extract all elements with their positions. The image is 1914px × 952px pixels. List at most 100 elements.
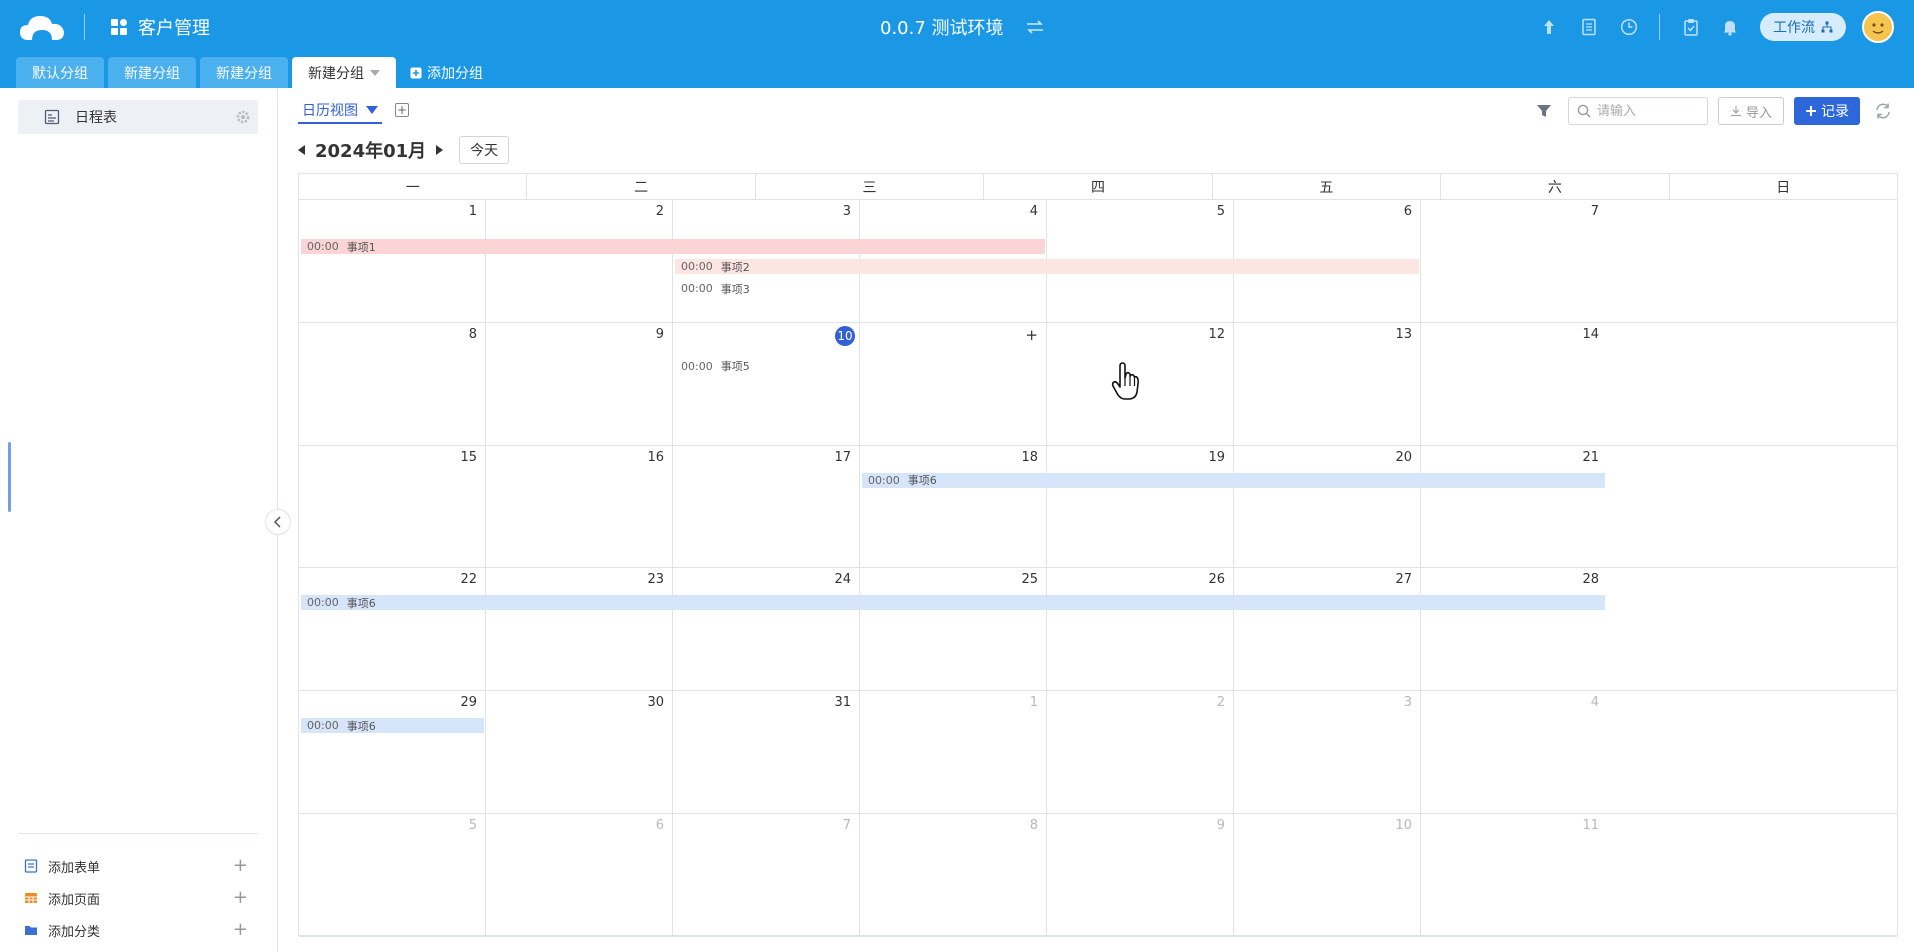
plus-icon[interactable]: + (233, 889, 248, 907)
form-icon (24, 859, 38, 873)
calendar-day-cell[interactable]: 2 (1047, 691, 1234, 814)
calendar-event[interactable]: 00:00 事项6 (301, 595, 1605, 611)
add-group-button[interactable]: 添加分组 (400, 57, 493, 88)
calendar-event[interactable]: 00:00 事项6 (862, 472, 1605, 488)
calendar-day-cell[interactable]: 6 (486, 814, 673, 937)
calendar-day-cell[interactable]: 26 (1047, 568, 1234, 692)
tab-new-group-1[interactable]: 新建分组 (108, 57, 196, 88)
calendar-day-cell[interactable]: 5 (299, 814, 486, 937)
search-box[interactable] (1568, 97, 1708, 125)
calendar-event[interactable]: 00:00 事项6 (301, 718, 484, 734)
calendar-day-cell[interactable]: 15 (299, 445, 486, 569)
calendar-day-cell[interactable]: 14 (1421, 323, 1607, 446)
calendar-day-cell[interactable]: 27 (1234, 568, 1421, 692)
calendar-day-cell[interactable]: 1 (299, 200, 486, 323)
document-icon[interactable] (1580, 18, 1598, 36)
calendar-day-cell[interactable]: 17 (673, 445, 860, 569)
calendar-day-cell[interactable]: 24 (673, 568, 860, 692)
add-page-label: 添加页面 (48, 892, 101, 908)
tab-label: 新建分组 (308, 65, 364, 82)
swap-icon[interactable] (1026, 20, 1044, 34)
chevron-down-icon[interactable] (370, 69, 380, 76)
add-event-plus-icon[interactable]: + (1025, 326, 1038, 344)
plus-icon[interactable]: + (233, 921, 248, 939)
calendar-day-cell[interactable]: 7 (1421, 200, 1607, 323)
add-form-item[interactable]: 添加表单 + (24, 856, 258, 876)
calendar-day-cell[interactable]: 8 (860, 814, 1047, 937)
today-button[interactable]: 今天 (459, 136, 510, 164)
calendar-event[interactable]: 00:00 事项2 (675, 259, 1419, 274)
month-label: 2024年01月 (315, 141, 427, 162)
clipboard-icon[interactable] (1682, 18, 1700, 36)
add-view-button[interactable]: + (395, 103, 409, 117)
sidebar-item-schedule[interactable]: 日程表 (18, 100, 258, 134)
calendar-day-cell[interactable]: 31 (673, 691, 860, 814)
environment-title[interactable]: 0.0.7 测试环境 (880, 12, 1044, 42)
add-page-item[interactable]: 添加页面 + (24, 888, 258, 908)
calendar-day-cell[interactable]: 9 (486, 322, 673, 446)
workflow-button[interactable]: 工作流 (1760, 13, 1846, 41)
upload-icon[interactable] (1540, 18, 1558, 36)
calendar-day-cell[interactable]: 20 (1234, 445, 1421, 569)
event-title: 事项1 (346, 240, 376, 254)
search-input[interactable] (1597, 103, 1697, 119)
app-title[interactable]: 客户管理 (110, 12, 210, 42)
bell-icon[interactable] (1721, 18, 1739, 36)
date-number: 4 (1590, 695, 1599, 711)
scroll-indicator[interactable] (8, 442, 11, 512)
calendar-day-cell[interactable]: 10 (1234, 814, 1421, 937)
calendar-day-cell[interactable]: 13 (1234, 322, 1421, 446)
next-month-icon[interactable] (436, 145, 444, 155)
calendar-day-cell[interactable]: 11 (1421, 814, 1607, 937)
calendar-day-cell[interactable]: 22 (299, 568, 486, 692)
date-number: 3 (842, 204, 851, 219)
date-number: 10 (1395, 818, 1412, 833)
calendar-day-cell[interactable]: 16 (486, 445, 673, 569)
filter-icon[interactable] (1536, 103, 1552, 119)
date-number: 8 (1029, 818, 1038, 833)
sidebar-collapse-button[interactable] (265, 509, 291, 535)
weekday-label: 四 (984, 174, 1213, 199)
event-title: 事项6 (907, 474, 937, 488)
calendar-day-cell[interactable]: 23 (486, 568, 673, 692)
chevron-down-icon[interactable] (366, 106, 378, 114)
date-number: 25 (1021, 572, 1038, 588)
calendar-day-cell[interactable]: 9 (1047, 814, 1234, 937)
calendar-day-cell[interactable]: 8 (299, 322, 486, 446)
calendar-day-cell[interactable]: 10 (673, 322, 860, 446)
add-category-item[interactable]: 添加分类 + (24, 920, 258, 940)
plus-icon[interactable]: + (233, 857, 248, 875)
calendar-day-cell[interactable]: 28 (1421, 568, 1607, 691)
calendar-view-tab[interactable]: 日历视图 (298, 100, 382, 124)
tab-default-group[interactable]: 默认分组 (16, 57, 104, 88)
calendar-day-cell[interactable]: 3 (1234, 691, 1421, 814)
gear-icon[interactable] (236, 110, 250, 124)
calendar-day-cell[interactable]: 19 (1047, 445, 1234, 569)
calendar-week-row: 22 23 24 25 26 27 28 (299, 568, 1897, 692)
import-button[interactable]: 导入 (1718, 97, 1784, 125)
calendar-day-cell[interactable]: 2 (486, 200, 673, 323)
calendar-day-cell[interactable]: 29 (299, 691, 486, 814)
date-number: 29 (460, 695, 477, 711)
clock-icon[interactable] (1620, 18, 1638, 36)
calendar-day-cell[interactable]: 4 (1421, 691, 1607, 814)
calendar-event[interactable]: 00:00 事项5 (675, 359, 858, 374)
calendar-day-cell[interactable]: 21 (1421, 446, 1607, 569)
date-number: 31 (834, 695, 851, 711)
calendar-day-cell[interactable]: 18 (860, 445, 1047, 569)
calendar-day-cell[interactable]: 25 (860, 568, 1047, 692)
calendar-event[interactable]: 00:00 事项3 (675, 281, 858, 296)
refresh-icon[interactable] (1874, 102, 1892, 120)
tab-new-group-3[interactable]: 新建分组 (292, 57, 396, 88)
calendar-event[interactable]: 00:00 事项1 (301, 239, 1045, 254)
calendar-day-cell[interactable]: 1 (860, 691, 1047, 814)
add-record-button[interactable]: 记录 (1794, 97, 1860, 125)
calendar-day-cell[interactable]: + (860, 322, 1047, 446)
previous-month-icon[interactable] (298, 145, 305, 155)
cloud-logo-icon[interactable] (18, 12, 66, 42)
calendar-day-cell[interactable]: 7 (673, 814, 860, 937)
avatar[interactable] (1862, 11, 1894, 43)
tab-new-group-2[interactable]: 新建分组 (200, 57, 288, 88)
date-number: 18 (1021, 449, 1038, 465)
calendar-day-cell[interactable]: 30 (486, 691, 673, 814)
